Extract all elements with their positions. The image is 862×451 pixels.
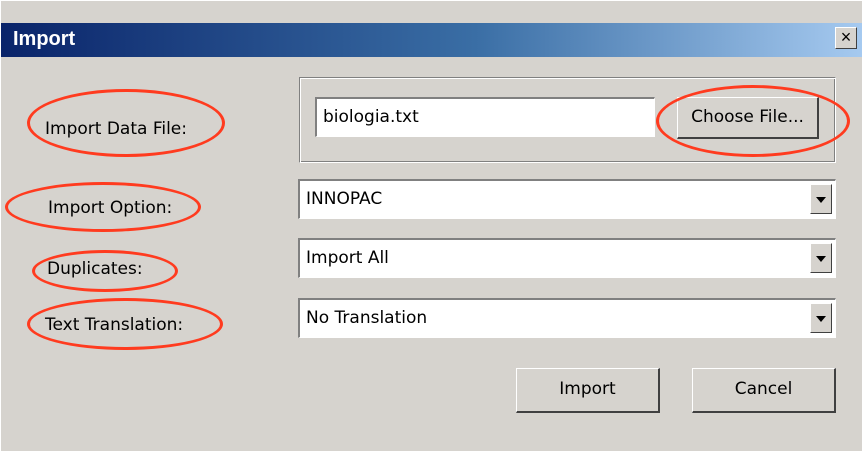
annotation-ellipse-import-data-file (27, 89, 225, 157)
cancel-button-label: Cancel (734, 379, 793, 399)
annotation-ellipse-import-option (5, 182, 201, 232)
text-translation-value: No Translation (306, 308, 428, 328)
annotation-ellipse-duplicates (32, 250, 178, 292)
window-title: Import (13, 28, 76, 50)
annotation-ellipse-choose-file (656, 85, 850, 157)
close-button[interactable]: × (835, 27, 857, 49)
cancel-button[interactable]: Cancel (692, 368, 836, 413)
import-button[interactable]: Import (516, 368, 660, 413)
import-option-dropdown-arrow-icon[interactable] (810, 184, 832, 214)
import-dialog: Import × Import Data File: biologia.txt … (0, 0, 862, 451)
duplicates-select[interactable]: Import All (298, 238, 836, 278)
duplicates-value: Import All (306, 248, 389, 268)
duplicates-dropdown-arrow-icon[interactable] (810, 243, 832, 273)
close-icon: × (840, 27, 852, 47)
import-button-label: Import (559, 379, 616, 399)
text-translation-select[interactable]: No Translation (298, 298, 836, 338)
import-option-select[interactable]: INNOPAC (298, 179, 836, 219)
text-translation-dropdown-arrow-icon[interactable] (810, 303, 832, 333)
annotation-ellipse-text-translation (27, 298, 223, 350)
import-option-value: INNOPAC (306, 189, 383, 209)
import-file-input[interactable]: biologia.txt (315, 97, 655, 137)
titlebar: Import × (1, 23, 862, 57)
